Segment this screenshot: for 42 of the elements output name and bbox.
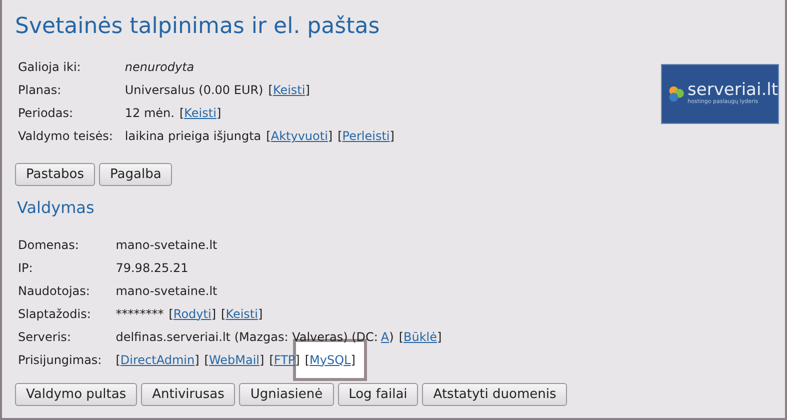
action-button[interactable]: Log failai bbox=[338, 382, 418, 406]
link[interactable]: [WebMail] bbox=[204, 350, 264, 369]
field-label: Naudotojas: bbox=[18, 282, 91, 300]
field-value: laikina prieiga išjungta bbox=[124, 128, 262, 146]
field-label: Planas: bbox=[18, 82, 62, 100]
action-button[interactable]: Ugniasienė bbox=[239, 382, 334, 406]
link[interactable]: [FTP] bbox=[269, 350, 300, 369]
action-button[interactable]: Pagalba bbox=[99, 163, 172, 186]
link[interactable]: [Keisti] bbox=[221, 304, 263, 323]
field-label: Valdymo teisės: bbox=[18, 128, 113, 146]
link[interactable]: [Rodyti] bbox=[168, 304, 216, 323]
link[interactable]: [Aktyvuoti] bbox=[266, 127, 333, 146]
page-title: Svetainės talpinimas ir el. paštas bbox=[15, 14, 381, 40]
field-value: Universalus (0.00 EUR) bbox=[124, 82, 264, 100]
field-value: ) bbox=[389, 328, 394, 346]
field-label: Periodas: bbox=[18, 105, 74, 122]
field-label: Prisijungimas: bbox=[18, 352, 102, 369]
link[interactable]: [Keisti] bbox=[179, 104, 222, 122]
action-button[interactable]: Valdymo pultas bbox=[15, 382, 138, 406]
link[interactable]: [DirectAdmin] bbox=[116, 350, 200, 369]
field-label: Domenas: bbox=[18, 236, 80, 254]
field-label: IP: bbox=[18, 260, 34, 277]
field-value: nenurodyta bbox=[124, 59, 194, 76]
link[interactable]: [Būklė] bbox=[398, 328, 442, 346]
link[interactable]: [MySQL] bbox=[304, 350, 356, 369]
field-value: ******** bbox=[116, 306, 164, 323]
link[interactable]: [Keisti] bbox=[268, 81, 310, 100]
field-label: Galioja iki: bbox=[18, 59, 82, 76]
field-label: Slaptažodis: bbox=[18, 306, 92, 323]
action-button[interactable]: Antivirusas bbox=[141, 382, 236, 406]
section-heading: Valdymas bbox=[17, 198, 96, 218]
link[interactable]: [Perleisti] bbox=[338, 127, 394, 146]
link[interactable]: A bbox=[380, 328, 390, 346]
field-value: 12 mėn. bbox=[124, 105, 174, 122]
field-value: mano-svetaine.lt bbox=[116, 236, 218, 254]
action-button[interactable]: Pastabos bbox=[15, 163, 96, 186]
logo-name: serveriai.lt bbox=[688, 82, 778, 99]
field-label: Serveris: bbox=[18, 328, 72, 346]
field-value: delfinas.serveriai.lt (Mazgas: Valveras) (DC: bbox=[116, 328, 378, 346]
field-value: mano-svetaine.lt bbox=[116, 282, 218, 300]
field-value: 79.98.25.21 bbox=[116, 260, 188, 277]
action-button[interactable]: Atstatyti duomenis bbox=[422, 382, 568, 406]
